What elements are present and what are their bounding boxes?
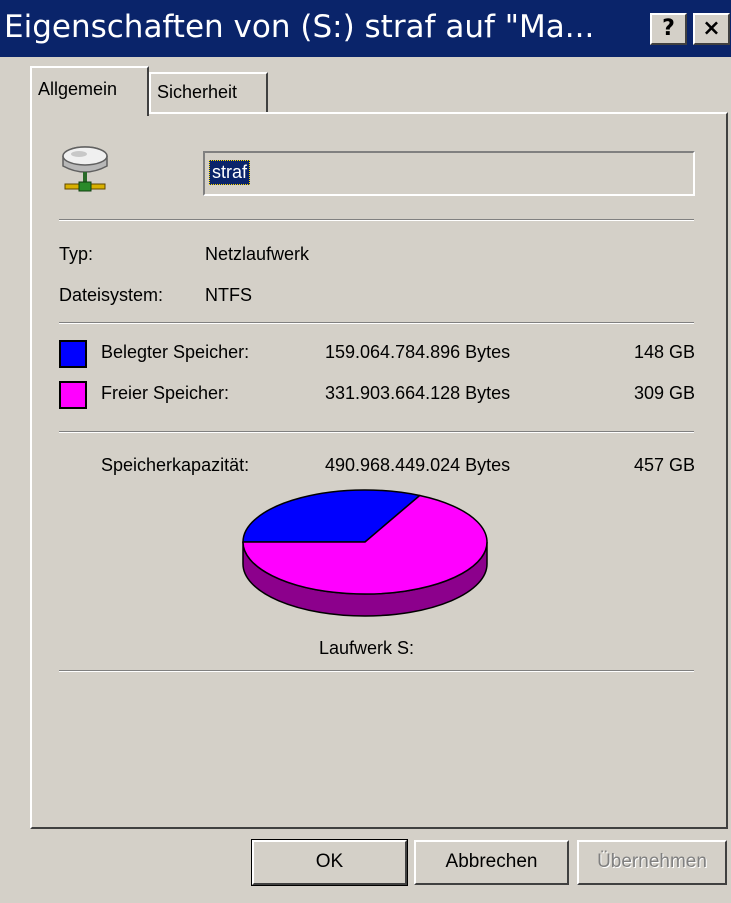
used-bytes: 159.064.784.896 Bytes bbox=[325, 342, 511, 362]
free-bytes: 331.903.664.128 Bytes bbox=[325, 383, 511, 403]
network-drive-icon bbox=[62, 146, 108, 192]
used-label: Belegter Speicher: bbox=[101, 342, 250, 362]
type-label: Typ: bbox=[59, 244, 94, 264]
tab-allgemein[interactable]: Allgemein bbox=[30, 66, 149, 116]
separator bbox=[59, 670, 694, 672]
disk-usage-pie-chart bbox=[242, 489, 488, 617]
apply-button[interactable]: Übernehmen bbox=[577, 840, 727, 885]
filesystem-label: Dateisystem: bbox=[59, 285, 164, 305]
used-color-swatch bbox=[59, 340, 87, 368]
filesystem-value: NTFS bbox=[205, 285, 252, 305]
drive-name-selection: straf bbox=[209, 160, 251, 185]
separator bbox=[59, 431, 694, 433]
capacity-size: 457 GB bbox=[633, 455, 695, 475]
separator bbox=[59, 322, 694, 324]
tab-sicherheit[interactable]: Sicherheit bbox=[149, 72, 268, 112]
help-button[interactable]: ? bbox=[650, 13, 687, 45]
close-button[interactable]: × bbox=[693, 13, 730, 45]
ok-button[interactable]: OK bbox=[251, 839, 408, 886]
drive-name-field[interactable]: straf bbox=[203, 151, 695, 196]
type-value: Netzlaufwerk bbox=[205, 244, 310, 264]
free-size: 309 GB bbox=[633, 383, 695, 403]
window-title: Eigenschaften von (S:) straf auf "Ma... bbox=[4, 9, 595, 45]
separator bbox=[59, 219, 694, 221]
title-bar[interactable]: Eigenschaften von (S:) straf auf "Ma... … bbox=[0, 0, 731, 57]
cancel-button[interactable]: Abbrechen bbox=[414, 840, 569, 885]
used-size: 148 GB bbox=[633, 342, 695, 362]
capacity-label: Speicherkapazität: bbox=[101, 455, 250, 475]
pie-chart-label: Laufwerk S: bbox=[319, 638, 415, 658]
capacity-bytes: 490.968.449.024 Bytes bbox=[325, 455, 511, 475]
free-color-swatch bbox=[59, 381, 87, 409]
free-label: Freier Speicher: bbox=[101, 383, 230, 403]
